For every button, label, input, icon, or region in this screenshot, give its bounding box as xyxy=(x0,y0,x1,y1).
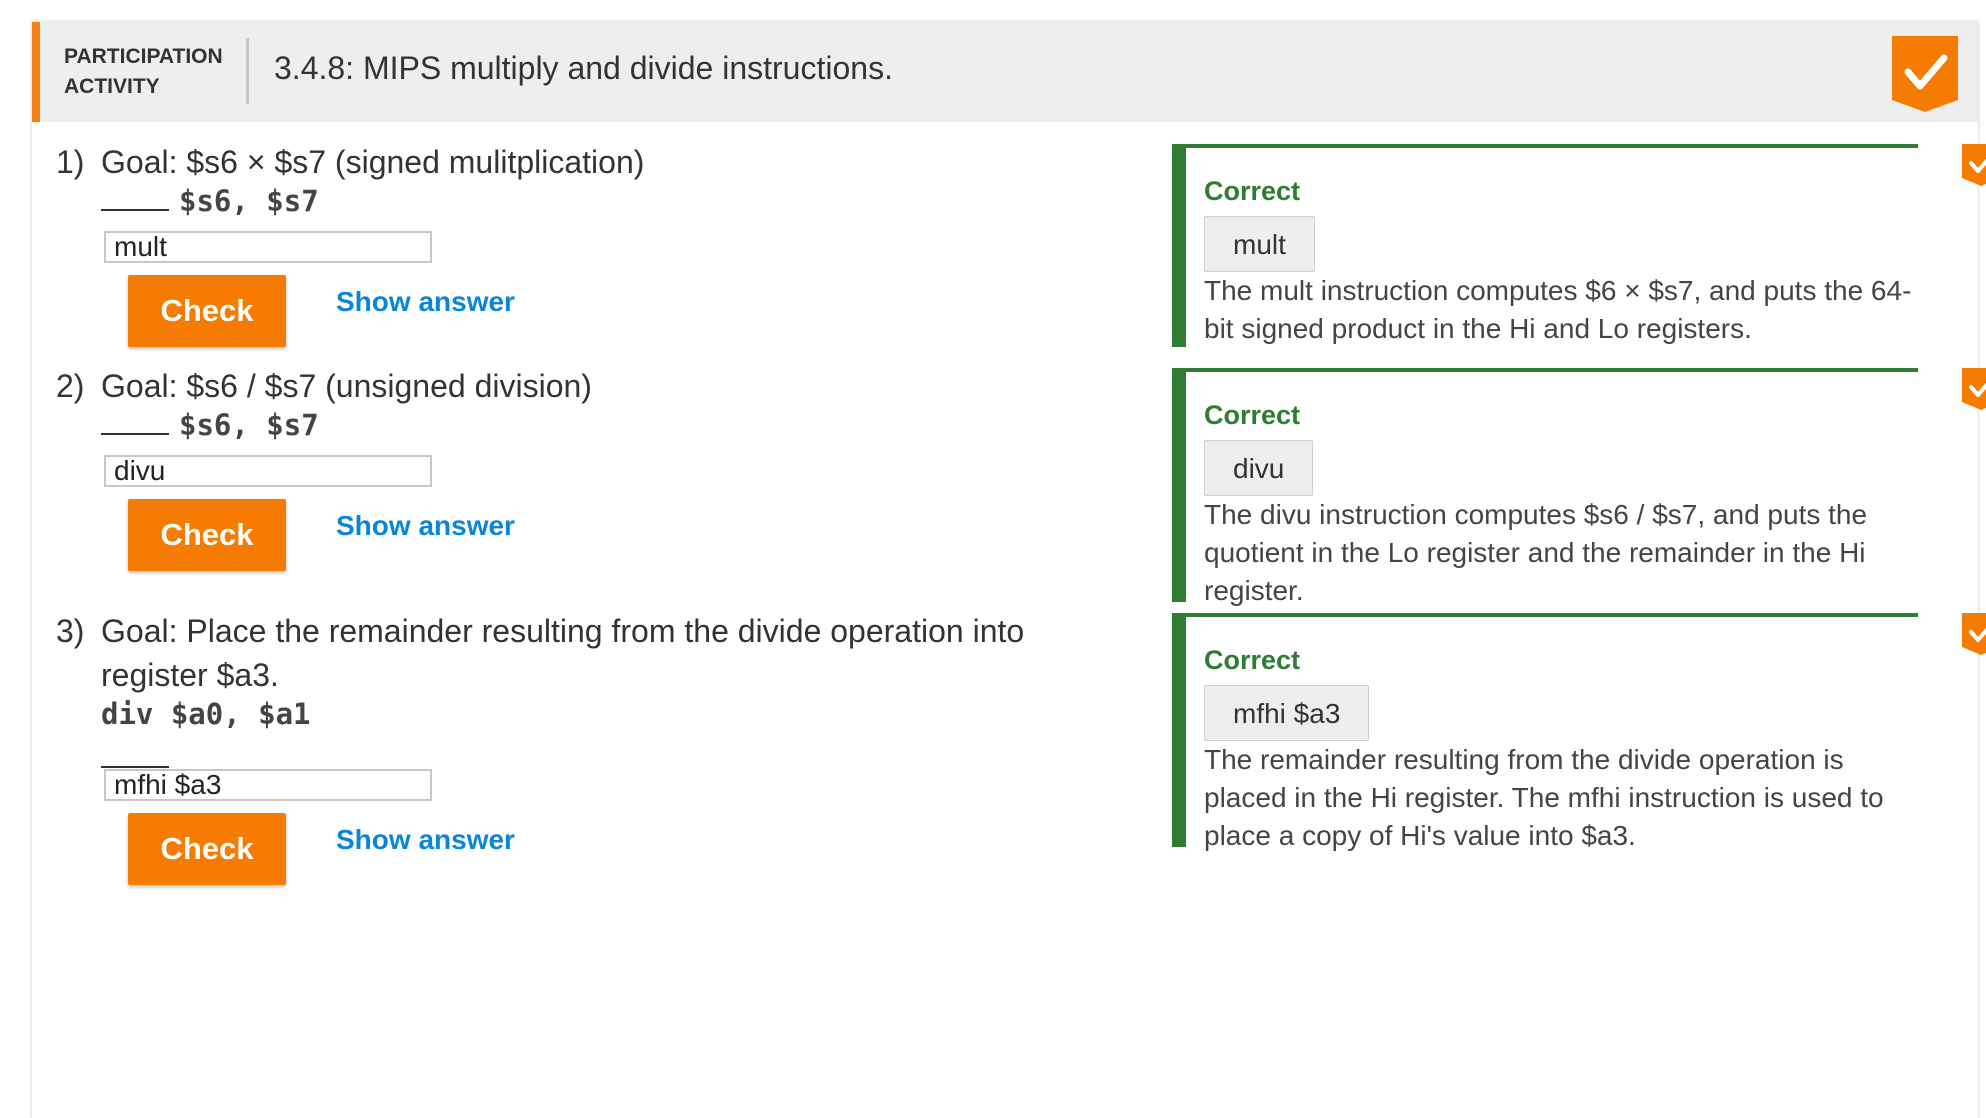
question-number: 3) xyxy=(56,613,85,649)
code-line: div $a0, $a1 xyxy=(101,697,311,731)
feedback-answer-chip: divu xyxy=(1204,440,1314,496)
feedback-answer-chip: mult xyxy=(1204,216,1315,272)
question-goal: Goal: $s6 / $s7 (unsigned division) xyxy=(101,368,592,404)
code-line: $s6, $s7 xyxy=(101,184,319,218)
feedback-panel: Correct divu The divu instruction comput… xyxy=(1172,368,1918,606)
question-complete-icon xyxy=(1962,613,1986,655)
show-answer-link[interactable]: Show answer xyxy=(336,286,515,318)
activity-header: PARTICIPATION ACTIVITY 3.4.8: MIPS multi… xyxy=(32,22,1978,122)
activity-type-label: PARTICIPATION ACTIVITY xyxy=(64,42,244,102)
answer-input[interactable] xyxy=(104,231,432,263)
activity-title: 3.4.8: MIPS multiply and divide instruct… xyxy=(274,50,893,86)
answer-blank xyxy=(101,413,169,435)
activity-type-line2: ACTIVITY xyxy=(64,75,160,98)
answer-blank xyxy=(101,746,169,768)
code-operands: $s6, $s7 xyxy=(179,184,319,218)
header-accent-bar xyxy=(32,22,40,122)
question-goal: Goal: $s6 × $s7 (signed mulitplication) xyxy=(101,144,645,180)
header-divider xyxy=(246,38,249,104)
question-goal: Goal: Place the remainder resulting from… xyxy=(101,613,1025,693)
question-number: 1) xyxy=(56,144,85,180)
feedback-explanation: The divu instruction computes $s6 / $s7,… xyxy=(1204,499,1868,606)
show-answer-link[interactable]: Show answer xyxy=(336,824,515,856)
check-button[interactable]: Check xyxy=(128,499,286,571)
code-line: $s6, $s7 xyxy=(101,408,319,442)
question-complete-icon xyxy=(1962,144,1986,186)
answer-blank xyxy=(101,189,169,211)
feedback-explanation: The remainder resulting from the divide … xyxy=(1204,744,1884,851)
check-button[interactable]: Check xyxy=(128,275,286,347)
show-answer-link[interactable]: Show answer xyxy=(336,510,515,542)
completion-badge-icon xyxy=(1892,36,1958,112)
feedback-status: Correct xyxy=(1204,400,1301,430)
feedback-status: Correct xyxy=(1204,645,1301,675)
feedback-answer-chip: mfhi $a3 xyxy=(1204,685,1370,741)
activity-type-line1: PARTICIPATION xyxy=(64,45,223,68)
answer-input[interactable] xyxy=(104,455,432,487)
check-button[interactable]: Check xyxy=(128,813,286,885)
question-complete-icon xyxy=(1962,368,1986,410)
feedback-panel: Correct mult The mult instruction comput… xyxy=(1172,144,1918,347)
question-number: 2) xyxy=(56,368,85,404)
feedback-status: Correct xyxy=(1204,176,1301,206)
answer-input[interactable] xyxy=(104,769,432,801)
participation-activity-card: PARTICIPATION ACTIVITY 3.4.8: MIPS multi… xyxy=(32,22,1986,1118)
code-operands: $s6, $s7 xyxy=(179,408,319,442)
feedback-explanation: The mult instruction computes $6 × $s7, … xyxy=(1204,275,1912,344)
feedback-panel: Correct mfhi $a3 The remainder resulting… xyxy=(1172,613,1918,851)
